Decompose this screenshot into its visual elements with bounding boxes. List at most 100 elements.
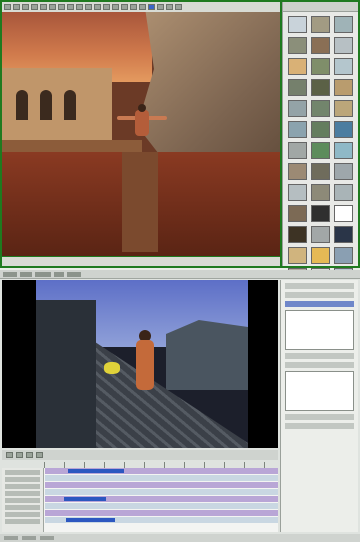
track-label[interactable] <box>5 491 40 496</box>
timeline-track[interactable] <box>45 510 278 516</box>
texture-thumbnail[interactable] <box>334 205 353 222</box>
toolbar-button[interactable] <box>58 4 65 10</box>
texture-thumbnail[interactable] <box>288 37 307 54</box>
animation-preview[interactable] <box>2 280 278 448</box>
toolbar-button[interactable] <box>31 4 38 10</box>
toolbar-button[interactable] <box>103 4 110 10</box>
toolbar-button[interactable] <box>139 4 146 10</box>
texture-thumbnail[interactable] <box>311 247 330 264</box>
player-character[interactable] <box>117 104 167 144</box>
texture-thumbnail[interactable] <box>288 16 307 33</box>
property-row[interactable] <box>285 423 354 429</box>
texture-thumbnail[interactable] <box>288 163 307 180</box>
toolbar-button[interactable] <box>175 4 182 10</box>
toolbar-button[interactable] <box>67 4 74 10</box>
animation-clip[interactable] <box>63 497 106 501</box>
texture-thumbnail[interactable] <box>334 58 353 75</box>
texture-thumbnail[interactable] <box>334 100 353 117</box>
level-editor-window <box>0 0 360 285</box>
toolbar-button[interactable] <box>76 4 83 10</box>
menu-item[interactable] <box>67 271 81 277</box>
property-row[interactable] <box>285 362 354 368</box>
menu-item[interactable] <box>54 271 64 277</box>
rewind-button[interactable] <box>6 452 13 458</box>
screenshot-composite <box>0 0 360 542</box>
texture-thumbnail[interactable] <box>311 205 330 222</box>
toolbar-button[interactable] <box>148 4 155 10</box>
texture-thumbnail[interactable] <box>334 37 353 54</box>
forward-button[interactable] <box>36 452 43 458</box>
toolbar-button[interactable] <box>121 4 128 10</box>
menu-item[interactable] <box>20 271 32 277</box>
toolbar-button[interactable] <box>166 4 173 10</box>
stop-button[interactable] <box>26 452 33 458</box>
texture-thumbnail[interactable] <box>288 247 307 264</box>
toolbar-button[interactable] <box>130 4 137 10</box>
property-row[interactable] <box>285 283 354 289</box>
3d-viewport[interactable] <box>2 12 280 256</box>
texture-thumbnail[interactable] <box>288 226 307 243</box>
texture-thumbnail[interactable] <box>334 247 353 264</box>
track-labels <box>2 468 44 532</box>
track-label[interactable] <box>5 498 40 503</box>
texture-thumbnail[interactable] <box>334 163 353 180</box>
toolbar-button[interactable] <box>4 4 11 10</box>
play-button[interactable] <box>16 452 23 458</box>
timeline-track[interactable] <box>45 496 278 502</box>
menu-item[interactable] <box>3 271 17 277</box>
texture-thumbnail[interactable] <box>334 226 353 243</box>
texture-thumbnail[interactable] <box>288 121 307 138</box>
texture-thumbnail[interactable] <box>311 121 330 138</box>
toolbar-button[interactable] <box>157 4 164 10</box>
track-label[interactable] <box>5 512 40 517</box>
menu-item[interactable] <box>35 271 51 277</box>
property-list[interactable] <box>285 371 354 411</box>
texture-thumbnail[interactable] <box>311 163 330 180</box>
texture-thumbnail[interactable] <box>311 16 330 33</box>
timeline-track[interactable] <box>45 517 278 523</box>
texture-thumbnail[interactable] <box>311 79 330 96</box>
track-label[interactable] <box>5 477 40 482</box>
texture-thumbnail[interactable] <box>334 79 353 96</box>
texture-thumbnail[interactable] <box>288 142 307 159</box>
texture-browser-header <box>283 2 358 12</box>
texture-thumbnail[interactable] <box>334 184 353 201</box>
texture-thumbnail[interactable] <box>288 79 307 96</box>
property-row[interactable] <box>285 414 354 420</box>
texture-thumbnail[interactable] <box>311 142 330 159</box>
toolbar-button[interactable] <box>13 4 20 10</box>
property-row[interactable] <box>285 292 354 298</box>
animation-clip[interactable] <box>65 518 115 522</box>
track-label[interactable] <box>5 505 40 510</box>
toolbar-button[interactable] <box>22 4 29 10</box>
texture-thumbnail[interactable] <box>288 58 307 75</box>
track-label[interactable] <box>5 470 40 475</box>
texture-thumbnail[interactable] <box>311 184 330 201</box>
texture-thumbnail[interactable] <box>311 226 330 243</box>
timeline-track[interactable] <box>45 468 278 474</box>
property-list[interactable] <box>285 310 354 350</box>
texture-thumbnail[interactable] <box>334 16 353 33</box>
texture-thumbnail[interactable] <box>311 100 330 117</box>
texture-thumbnail[interactable] <box>311 58 330 75</box>
texture-thumbnail[interactable] <box>288 205 307 222</box>
texture-thumbnail[interactable] <box>288 184 307 201</box>
track-label[interactable] <box>5 519 40 524</box>
toolbar-button[interactable] <box>85 4 92 10</box>
toolbar-button[interactable] <box>40 4 47 10</box>
toolbar-button[interactable] <box>112 4 119 10</box>
texture-thumbnail[interactable] <box>288 100 307 117</box>
texture-thumbnail[interactable] <box>334 142 353 159</box>
property-row-selected[interactable] <box>285 301 354 307</box>
timeline-track[interactable] <box>45 489 278 495</box>
animation-clip[interactable] <box>68 469 125 473</box>
toolbar-button[interactable] <box>49 4 56 10</box>
toolbar-button[interactable] <box>94 4 101 10</box>
timeline-track[interactable] <box>45 482 278 488</box>
timeline-track[interactable] <box>45 475 278 481</box>
texture-thumbnail[interactable] <box>311 37 330 54</box>
track-label[interactable] <box>5 484 40 489</box>
texture-thumbnail[interactable] <box>334 121 353 138</box>
timeline-track[interactable] <box>45 503 278 509</box>
property-row[interactable] <box>285 353 354 359</box>
